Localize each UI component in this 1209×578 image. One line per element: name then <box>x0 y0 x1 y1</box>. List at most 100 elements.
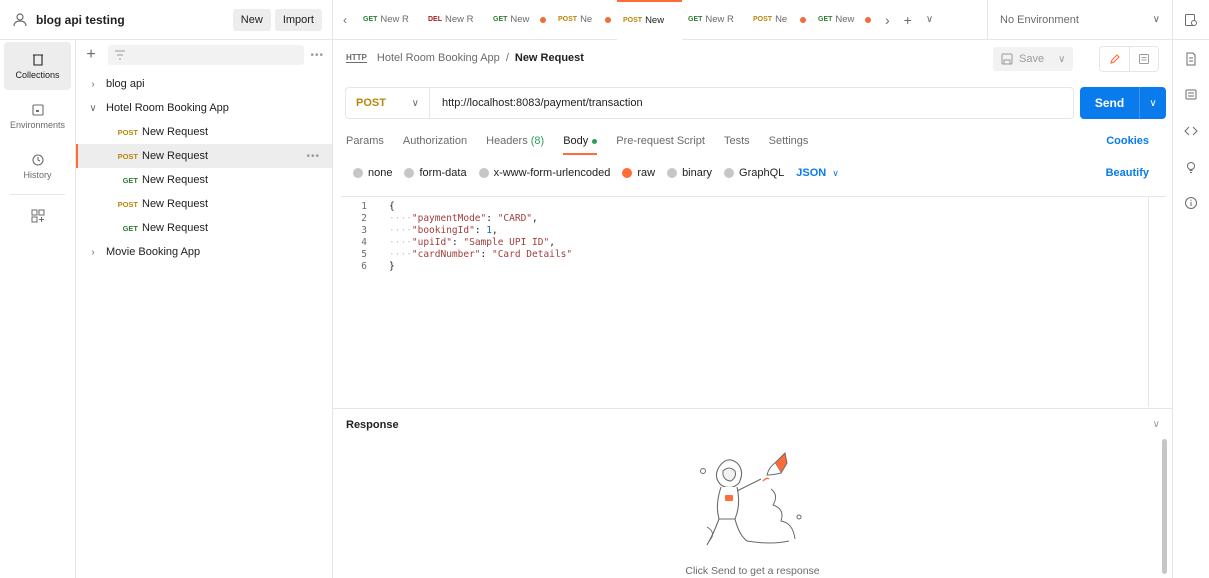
radio[interactable] <box>478 168 489 178</box>
request-tab[interactable]: GET New R <box>357 0 422 40</box>
tabs-dropdown-chevron-icon[interactable]: ∨ <box>926 14 933 25</box>
filter-icon <box>115 50 125 60</box>
tree-label: New Request <box>142 150 209 162</box>
request-tab[interactable]: POST Ne <box>552 0 617 40</box>
beautify-link[interactable]: Beautify <box>1106 167 1149 179</box>
tree-folder-hotel-room-booking[interactable]: ∨ Hotel Room Booking App <box>76 96 332 120</box>
breadcrumb-current[interactable]: New Request <box>515 52 584 64</box>
body-option-raw[interactable]: raw <box>622 167 655 179</box>
body-option-graphql[interactable]: GraphQL <box>724 167 784 179</box>
tree-folder-blog-api[interactable]: › blog api <box>76 72 332 96</box>
tab-headers[interactable]: Headers (8) <box>486 135 544 153</box>
rail-collections[interactable]: Collections <box>4 42 71 90</box>
url-input[interactable]: http://localhost:8083/payment/transactio… <box>430 97 643 109</box>
body-code-editor[interactable]: 1 2 3 4 5 6 { ····"paymentMode": "CARD",… <box>341 196 1166 407</box>
request-editor: HTTP Hotel Room Booking App / New Reques… <box>333 40 1172 578</box>
save-dropdown-chevron-icon[interactable]: ∨ <box>1058 54 1065 65</box>
request-tab[interactable]: GET New <box>487 0 552 40</box>
more-options-icon[interactable]: ••• <box>306 151 320 162</box>
tab-body-label: Body <box>563 135 589 147</box>
tree-request-item[interactable]: POST New Request <box>76 120 332 144</box>
tabs-scroll-right-icon[interactable]: › <box>885 12 890 28</box>
chevron-right-icon[interactable]: › <box>86 79 100 90</box>
cookies-link[interactable]: Cookies <box>1106 135 1149 147</box>
workspace-name[interactable]: blog api testing <box>36 13 229 27</box>
radio[interactable] <box>353 168 363 178</box>
environment-icon <box>31 103 44 116</box>
info-icon[interactable] <box>1184 196 1198 210</box>
tab-prerequest-script[interactable]: Pre-request Script <box>616 135 705 153</box>
import-button[interactable]: Import <box>274 8 322 31</box>
tab-authorization[interactable]: Authorization <box>403 135 467 153</box>
request-tab[interactable]: GET New <box>812 0 877 40</box>
more-options-icon[interactable]: ••• <box>310 50 324 61</box>
send-dropdown-chevron-icon[interactable]: ∨ <box>1140 98 1166 109</box>
add-collection-plus-icon[interactable]: + <box>84 46 98 64</box>
environment-label: No Environment <box>1000 13 1079 26</box>
tab-name: New <box>645 15 665 26</box>
method-selector[interactable]: POST ∨ <box>346 88 430 118</box>
tab-headers-label: Headers <box>486 135 528 147</box>
comments-icon[interactable] <box>1184 88 1198 102</box>
tree-folder-movie-booking[interactable]: › Movie Booking App <box>76 240 332 264</box>
line-number: 1 <box>361 201 367 212</box>
workspace-header: blog api testing New Import <box>0 0 333 40</box>
tab-settings[interactable]: Settings <box>769 135 809 153</box>
code-line: ····"bookingId": 1, <box>389 225 498 236</box>
save-button[interactable]: Save ∨ <box>993 47 1074 71</box>
filter-input[interactable] <box>108 45 305 65</box>
documentation-file-icon[interactable] <box>1184 52 1198 66</box>
chevron-right-icon[interactable]: › <box>86 247 100 258</box>
line-number: 3 <box>361 225 367 236</box>
environment-quick-look-icon[interactable] <box>1172 0 1209 40</box>
lightbulb-icon[interactable] <box>1184 160 1198 174</box>
editor-scrollbar[interactable] <box>1148 197 1160 407</box>
raw-format-selector[interactable]: JSON ∨ <box>796 167 839 179</box>
body-option-none[interactable]: none <box>353 167 392 179</box>
new-tab-plus-icon[interactable]: + <box>904 12 912 28</box>
new-button[interactable]: New <box>232 8 271 31</box>
tab-body[interactable]: Body <box>563 135 598 155</box>
request-tab[interactable]: POST Ne <box>747 0 812 40</box>
tree-request-item[interactable]: POST New Request <box>76 192 332 216</box>
tree-request-item-selected[interactable]: POST New Request ••• <box>76 144 332 168</box>
chevron-down-icon: ∨ <box>1152 14 1160 25</box>
view-toggle <box>1099 46 1159 72</box>
left-rail: Collections Environments History <box>0 40 76 578</box>
radio-selected[interactable] <box>622 168 633 178</box>
breadcrumb-separator: / <box>505 52 509 64</box>
tabs-scroll-left-icon[interactable]: ‹ <box>333 0 357 40</box>
request-tab[interactable]: GET New R <box>682 0 747 40</box>
edit-pencil-icon[interactable] <box>1100 47 1130 71</box>
tree-request-item[interactable]: GET New Request <box>76 216 332 240</box>
trash-collections-icon <box>32 53 43 66</box>
body-option-binary[interactable]: binary <box>667 167 712 179</box>
tree-method: POST <box>117 199 138 209</box>
breadcrumb-collection[interactable]: Hotel Room Booking App <box>377 52 500 64</box>
request-tab[interactable]: DEL New R <box>422 0 487 40</box>
chevron-down-icon[interactable]: ∨ <box>86 103 100 114</box>
collapse-chevron-icon[interactable]: ∨ <box>1153 419 1160 430</box>
environment-selector[interactable]: No Environment ∨ <box>987 0 1172 40</box>
tab-tests[interactable]: Tests <box>724 135 750 153</box>
request-tab-active[interactable]: POST New <box>617 0 682 40</box>
radio[interactable] <box>404 168 415 178</box>
send-button[interactable]: Send <box>1080 87 1140 119</box>
option-label: raw <box>637 167 656 179</box>
rail-environments[interactable]: Environments <box>4 92 71 140</box>
tree-request-item[interactable]: GET New Request <box>76 168 332 192</box>
rail-add-app[interactable] <box>4 199 71 235</box>
send-button-group: Send ∨ <box>1080 87 1166 119</box>
radio[interactable] <box>667 168 678 178</box>
tab-params[interactable]: Params <box>346 135 384 153</box>
line-number: 5 <box>361 249 367 260</box>
line-number: 6 <box>361 261 367 272</box>
code-snippet-icon[interactable] <box>1184 124 1198 138</box>
documentation-icon[interactable] <box>1130 47 1158 71</box>
body-option-urlencoded[interactable]: x-www-form-urlencoded <box>478 167 610 179</box>
response-scrollbar[interactable] <box>1162 439 1167 574</box>
rail-history[interactable]: History <box>4 142 71 190</box>
body-option-form-data[interactable]: form-data <box>404 167 467 179</box>
tab-method: GET <box>818 16 833 23</box>
radio[interactable] <box>724 168 735 178</box>
